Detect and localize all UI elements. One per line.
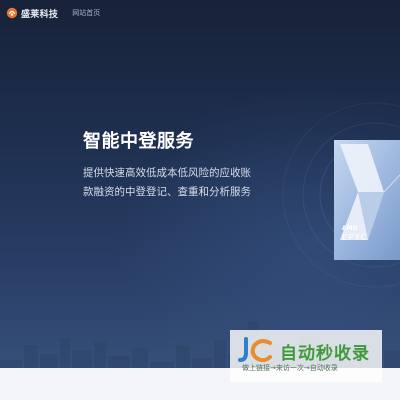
brand-logo[interactable]: 盛莱科技 [6, 7, 58, 20]
nav-home-link[interactable]: 网站首页 [72, 8, 100, 18]
watermark-logo-icon [238, 337, 272, 363]
brand-name: 盛莱科技 [21, 9, 59, 20]
chip-brand-text: AMD [342, 225, 358, 232]
hero-description: 提供快速高效低成本低风险的应收账款融资的中登登记、查重和分析服务 [83, 167, 251, 198]
chip-model-text: EPYC [342, 233, 368, 242]
brand-logo-icon [6, 7, 18, 19]
top-navbar: 盛莱科技 网站首页 [0, 0, 400, 26]
amd-epyc-chip-image [334, 140, 400, 260]
watermark-subtitle: 做上链接→来访一次→自动收录 [242, 364, 338, 372]
watermark-badge: 自动秒收录 做上链接→来访一次→自动收录 [230, 330, 382, 382]
watermark-title: 自动秒收录 [280, 344, 370, 364]
hero-title: 智能中登服务 [83, 131, 194, 152]
